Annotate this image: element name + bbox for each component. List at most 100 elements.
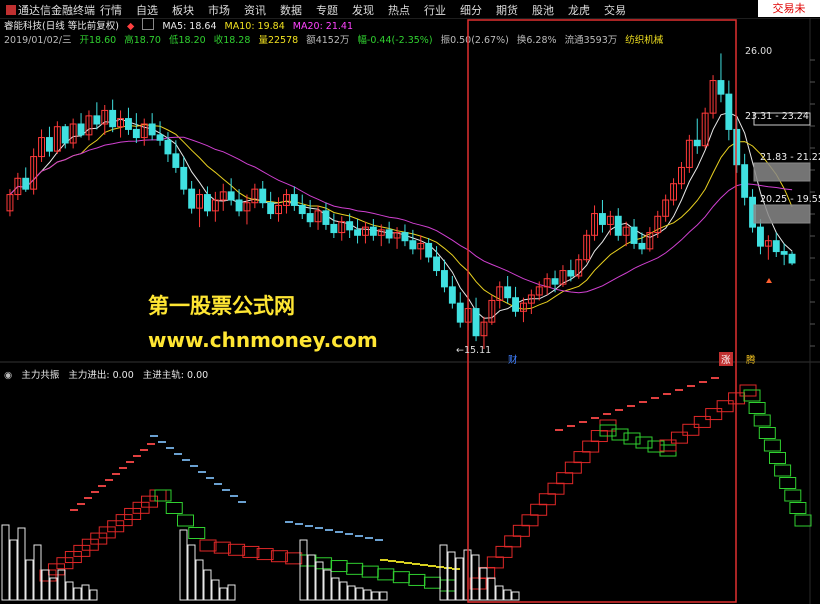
- main-force-box-down: [408, 573, 426, 586]
- main-force-box: [670, 431, 688, 444]
- volume-bar: [227, 584, 236, 601]
- volume-bar: [511, 591, 520, 601]
- indicator-name[interactable]: 主力共振: [21, 370, 59, 381]
- volume-bar: [503, 589, 512, 601]
- candle-body: [614, 215, 622, 236]
- ma20-line: [9, 136, 793, 294]
- main-force-box: [486, 556, 504, 569]
- volume-bar: [65, 581, 74, 601]
- candle-body: [164, 139, 172, 155]
- candle-body: [567, 270, 575, 277]
- candle-body: [448, 286, 456, 304]
- main-force-box: [582, 440, 600, 453]
- main-force-box-down: [748, 402, 766, 414]
- candle-body: [401, 232, 409, 242]
- main-force-box-down: [423, 576, 441, 589]
- candle-body: [717, 80, 725, 95]
- main-force-box-down: [315, 557, 333, 570]
- main-force-box-down: [784, 489, 802, 502]
- finance-tag[interactable]: 财: [506, 352, 520, 366]
- candle-body: [425, 242, 433, 258]
- main-force-box: [530, 503, 548, 516]
- candle-body: [267, 202, 275, 215]
- main-force-box-down: [789, 502, 807, 514]
- volume-bar: [355, 587, 364, 601]
- candle-body: [125, 118, 132, 130]
- main-force-box: [547, 482, 565, 495]
- volume-bar: [323, 569, 332, 601]
- volume-bar: [315, 561, 324, 601]
- volume-bar: [41, 569, 50, 601]
- zone-label-2: 21.83 - 21.22: [760, 152, 820, 163]
- main-force-box: [504, 535, 522, 548]
- indicator-line2: 主进主轨: 0.00: [142, 370, 209, 381]
- volume-bar: [219, 587, 228, 601]
- volume-bar: [487, 577, 496, 601]
- teng-tag[interactable]: 腾: [744, 352, 758, 366]
- indicator-dropdown-icon[interactable]: ◉: [4, 370, 12, 381]
- candle-body: [93, 115, 101, 125]
- candle-body: [512, 297, 519, 312]
- main-force-box-down: [769, 452, 786, 464]
- main-force-box-down: [635, 436, 653, 449]
- limit-up-tag[interactable]: 涨: [719, 352, 733, 366]
- volume-bar: [455, 557, 464, 601]
- main-force-box-down: [199, 539, 217, 552]
- main-force-box-down: [794, 514, 812, 527]
- kline-chart[interactable]: [0, 0, 820, 604]
- volume-bar: [203, 569, 212, 601]
- main-force-box-down: [763, 439, 781, 452]
- main-force-box-down: [377, 568, 395, 581]
- volume-bar: [495, 585, 504, 601]
- candle-body: [235, 199, 243, 212]
- volume-bar: [299, 539, 308, 601]
- candle-body: [156, 134, 164, 141]
- volume-bar: [89, 589, 98, 601]
- main-force-box-down: [330, 560, 348, 573]
- zone-box-3: [753, 204, 811, 224]
- ma10-line: [9, 123, 793, 310]
- candle-body: [441, 270, 448, 288]
- candle-body: [188, 188, 196, 209]
- candle-body: [259, 188, 267, 204]
- candle-body: [456, 302, 464, 323]
- volume-bar: [347, 585, 356, 601]
- candle-body: [385, 229, 393, 239]
- main-force-box-down: [392, 571, 410, 584]
- candle-body: [172, 153, 180, 168]
- main-force-box: [716, 400, 734, 413]
- volume-bar: [331, 577, 340, 601]
- main-force-box-down: [647, 440, 665, 453]
- candle-body: [504, 286, 512, 299]
- main-force-box: [573, 451, 591, 464]
- main-force-box: [256, 548, 274, 561]
- main-force-box: [495, 545, 513, 558]
- candle-body: [322, 210, 330, 225]
- candle-body: [290, 194, 298, 206]
- ma5-line: [9, 112, 793, 319]
- volume-bar: [17, 527, 26, 601]
- volume-bar: [379, 591, 388, 601]
- candle-body: [780, 251, 788, 255]
- volume-bar: [211, 579, 220, 601]
- candle-body: [46, 137, 53, 152]
- candle-body: [433, 256, 441, 272]
- watermark-url: www.chnmoney.com: [148, 328, 378, 352]
- volume-bar: [195, 559, 204, 601]
- high-price-label: 26.00: [745, 46, 773, 57]
- candle-body: [725, 93, 733, 130]
- main-force-box: [538, 493, 556, 506]
- main-force-box-down: [177, 514, 194, 527]
- candle-body: [630, 226, 638, 244]
- main-force-box: [556, 472, 574, 485]
- main-force-box-down: [774, 464, 792, 477]
- main-force-box-down: [165, 502, 183, 514]
- main-force-box-down: [623, 432, 641, 445]
- volume-bar: [187, 544, 196, 601]
- watermark-title: 第一股票公式网: [148, 294, 295, 318]
- candle-body: [409, 240, 417, 250]
- low-price-label: ←15.11: [456, 345, 492, 356]
- volume-bar: [73, 587, 82, 601]
- candle-body: [298, 204, 306, 215]
- candle-body: [132, 128, 140, 139]
